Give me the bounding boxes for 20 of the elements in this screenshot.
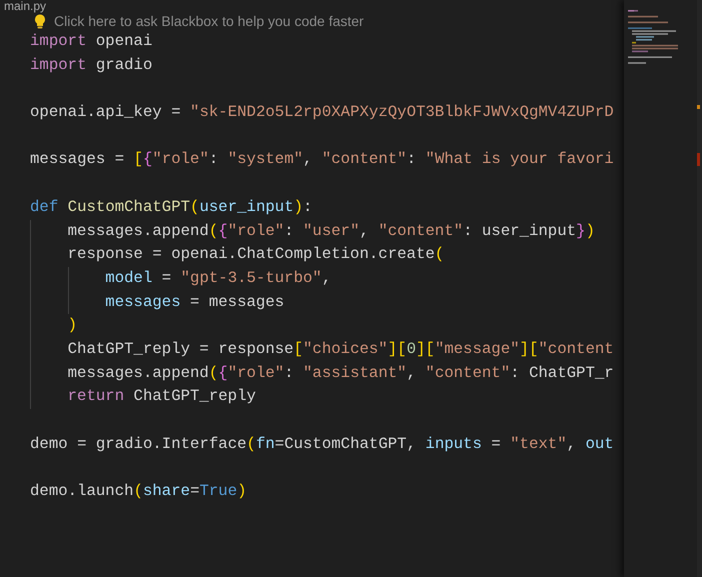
code-line: import gradio <box>30 54 152 76</box>
code-line: import openai <box>30 31 152 52</box>
code-line: model = "gpt-3.5-turbo", <box>105 268 332 289</box>
code-line: response = openai.ChatCompletion.create( <box>68 244 444 266</box>
code-line: ) <box>68 315 78 336</box>
ruler-mark <box>697 105 700 109</box>
hint-link[interactable]: Click here to ask Blackbox to help you code faster <box>54 13 364 29</box>
code-line: demo.launch(share=True) <box>30 481 247 502</box>
code-line: messages = [{"role": "system", "content": "What is your favori <box>30 149 614 170</box>
file-name[interactable]: main.py <box>4 0 46 12</box>
ruler-mark <box>697 153 700 166</box>
code-line: return ChatGPT_reply <box>68 386 256 408</box>
code-line: ChatGPT_reply = response["choices"][0]["message"]["content <box>68 338 614 360</box>
code-line: openai.api_key = "sk-END2o5L2rp0XAPXyzQyOT3BlbkFJWVxQgMV4ZUPrD <box>30 102 614 124</box>
code-line: messages.append({"role": "user", "content": user_input}) <box>68 220 595 242</box>
lightbulb-icon[interactable] <box>34 14 46 28</box>
code-line: demo = gradio.Interface(fn=CustomChatGPT, inputs = "text", out <box>30 434 614 455</box>
code-line: def CustomChatGPT(user_input): <box>30 196 312 218</box>
code-line: messages = messages <box>105 292 284 313</box>
code-line: messages.append({"role": "assistant", "content": ChatGPT_r <box>68 362 614 384</box>
